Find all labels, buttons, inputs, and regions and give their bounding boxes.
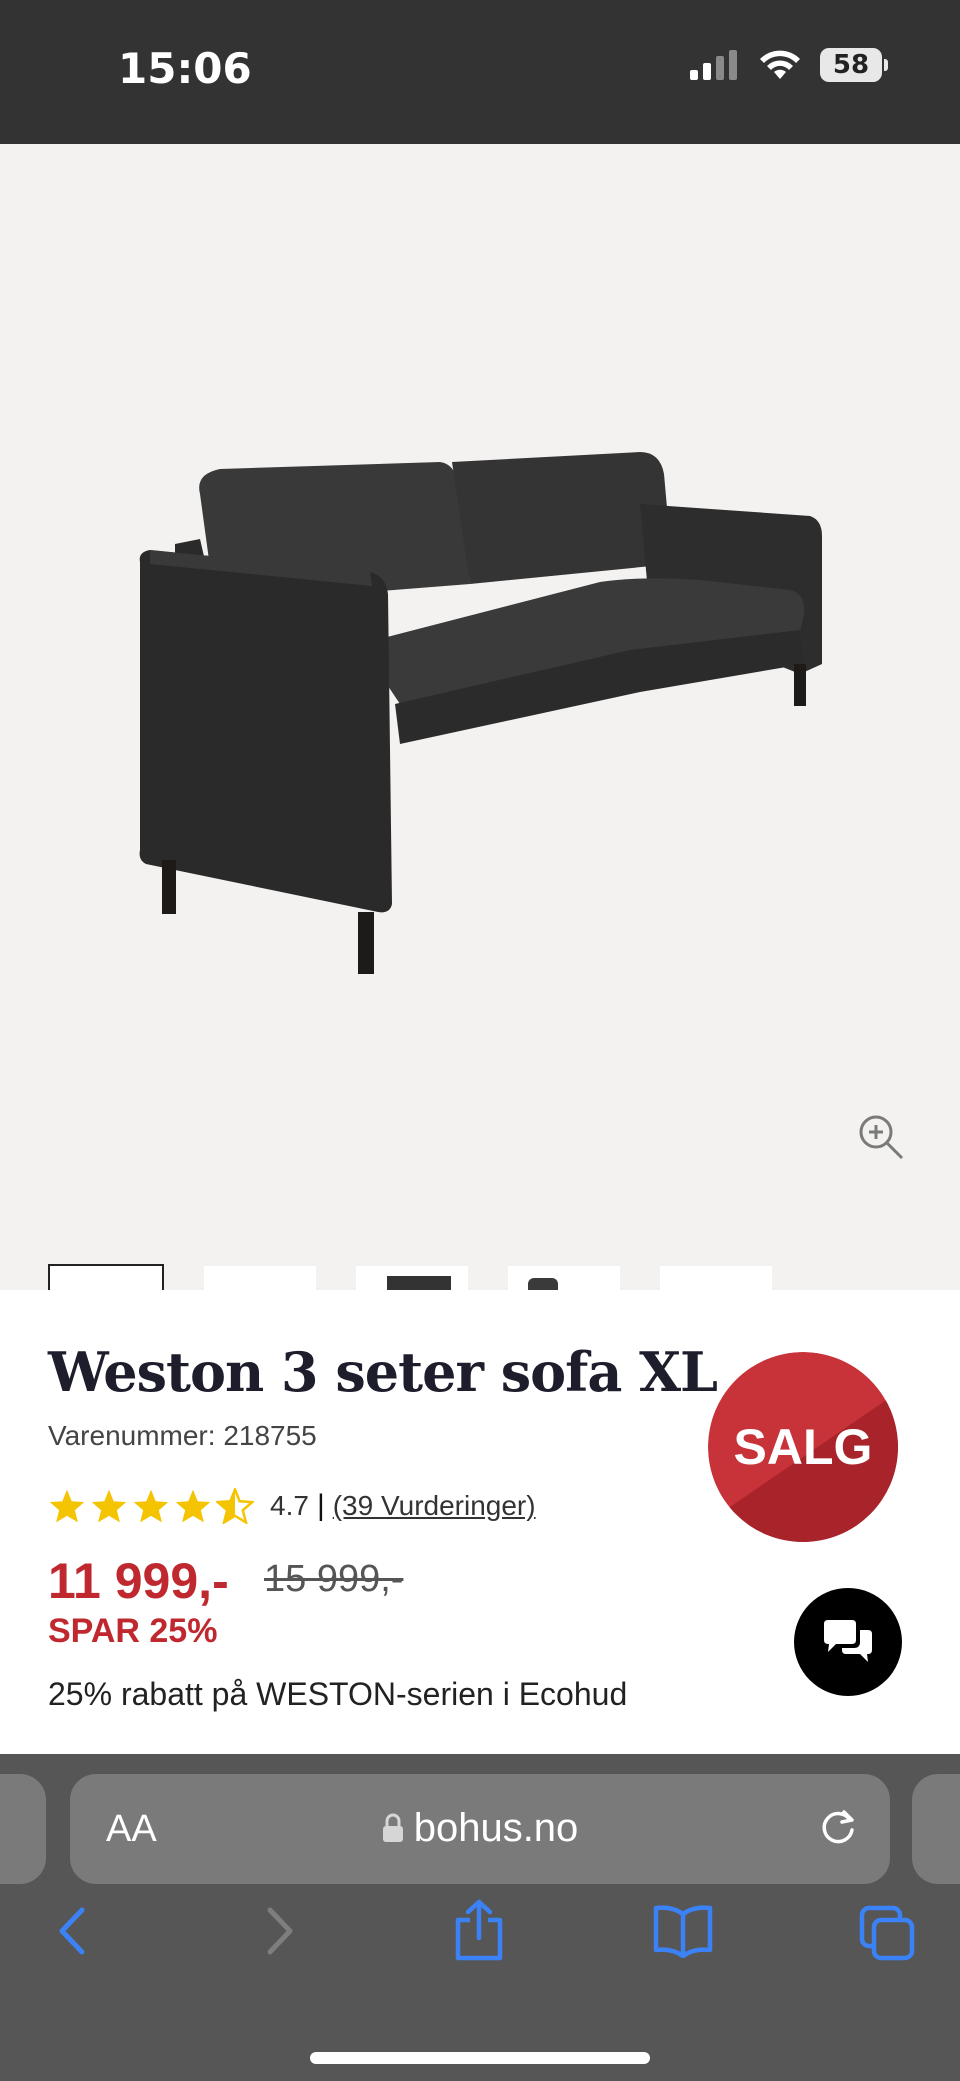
rating-row: 4.7 | (39 Vurderinger) [48, 1488, 536, 1524]
product-gallery [0, 144, 960, 1380]
reviews-link[interactable]: (39 Vurderinger) [333, 1490, 536, 1522]
cellular-signal-icon [690, 50, 737, 80]
status-time: 15:06 [118, 44, 252, 93]
previous-tab-preview[interactable] [0, 1774, 46, 1884]
sale-badge-label: SALG [733, 1419, 873, 1475]
next-tab-preview[interactable] [912, 1774, 960, 1884]
domain-text: bohus.no [413, 1806, 579, 1850]
browser-nav-toolbar [0, 1899, 960, 2004]
current-price: 11 999,- [48, 1553, 229, 1609]
savings-label: SPAR 25% [48, 1612, 218, 1650]
tabs-icon[interactable] [858, 1904, 916, 1962]
star-icon [133, 1489, 169, 1523]
product-main-image[interactable] [0, 144, 960, 1094]
chat-bubbles-icon [824, 1620, 872, 1662]
wifi-icon [760, 50, 800, 79]
rating-stars [48, 1488, 254, 1524]
browser-toolbar: AA bohus.no [0, 1754, 960, 2081]
address-bar[interactable]: AA bohus.no [70, 1774, 890, 1884]
bookmarks-icon[interactable] [652, 1904, 714, 1958]
home-indicator [310, 2052, 650, 2064]
star-icon [175, 1489, 211, 1523]
back-arrow-icon[interactable] [54, 1904, 90, 1958]
star-icon [91, 1489, 127, 1523]
forward-arrow-icon[interactable] [262, 1904, 298, 1958]
battery-icon: 58 [820, 48, 888, 82]
status-bar: 15:06 58 [0, 0, 960, 144]
promo-text: 25% rabatt på WESTON-serien i Ecohud [48, 1676, 628, 1712]
original-price: 15 999,- [264, 1558, 404, 1600]
half-star-icon [216, 1488, 254, 1524]
rating-value: 4.7 [270, 1490, 309, 1521]
star-icon [49, 1489, 85, 1523]
reload-icon[interactable] [816, 1806, 860, 1850]
product-title: Weston 3 seter sofa XL [48, 1340, 718, 1404]
rating-separator: | [316, 1489, 325, 1522]
product-sku: Varenummer: 218755 [48, 1420, 317, 1451]
domain-field[interactable]: bohus.no [70, 1806, 890, 1851]
product-info: Weston 3 seter sofa XL Varenummer: 21875… [0, 1290, 960, 1755]
chat-button[interactable] [794, 1588, 902, 1696]
sale-badge: SALG [708, 1352, 898, 1542]
lock-icon [382, 1813, 403, 1842]
share-icon[interactable] [452, 1898, 506, 1962]
battery-level: 58 [820, 48, 882, 82]
zoom-icon[interactable] [856, 1112, 906, 1162]
status-icons: 58 [690, 48, 888, 82]
